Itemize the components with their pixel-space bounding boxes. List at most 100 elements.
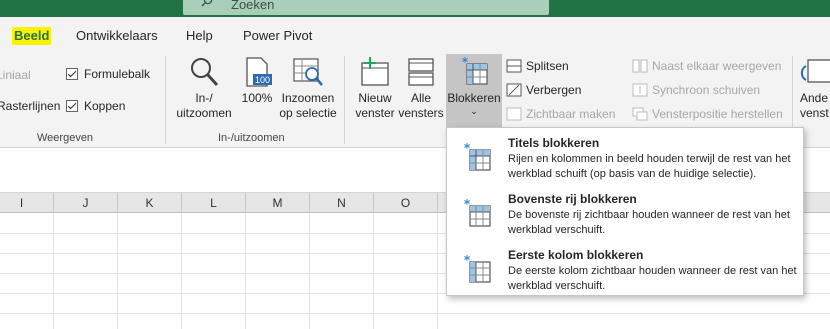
magnifier-icon [191, 58, 219, 87]
side-by-side-label: Naast elkaar weergeven [652, 59, 782, 73]
gridline [437, 213, 438, 329]
column-header-l[interactable]: L [182, 193, 246, 213]
view-side-by-side-button[interactable]: Naast elkaar weergeven [632, 59, 781, 73]
gridline [373, 213, 374, 329]
group-divider [165, 56, 166, 144]
freeze-first-column-icon: * [464, 254, 491, 283]
checkmark-icon [66, 100, 78, 112]
unhide-window-icon [506, 107, 522, 121]
menu-item-title: Bovenste rij blokkeren [508, 192, 637, 206]
column-header-o[interactable]: O [374, 193, 438, 213]
gridline [309, 213, 310, 329]
freeze-panes-label: Blokkeren [447, 91, 501, 105]
formula-bar-checkbox[interactable]: Formulebalk [66, 67, 150, 81]
freeze-panes-icon: * [464, 142, 491, 171]
group-divider [344, 56, 345, 144]
sync-scroll-label: Synchroon schuiven [652, 83, 761, 97]
gridline [245, 213, 246, 329]
arrange-all-button[interactable]: Alle vensters [398, 56, 444, 121]
menu-item-title: Titels blokkeren [508, 136, 600, 150]
gridlines-label: Rasterlijnen [0, 99, 61, 113]
arrange-all-icon [408, 58, 434, 86]
column-header-j[interactable]: J [54, 193, 118, 213]
hide-window-icon [506, 83, 522, 97]
tab-ontwikkelaars[interactable]: Ontwikkelaars [76, 28, 158, 43]
new-window-button[interactable]: Nieuw venster [353, 56, 397, 121]
headings-checkbox[interactable]: Koppen [66, 99, 125, 113]
side-by-side-icon [632, 59, 648, 73]
zoom-button[interactable]: In-/ uitzoomen [176, 56, 232, 121]
search-icon [201, 0, 213, 7]
column-header-m[interactable]: M [246, 193, 310, 213]
search-placeholder: Zoeken [231, 0, 275, 12]
hide-label: Verbergen [526, 83, 582, 97]
switch-windows-icon [800, 59, 830, 83]
sync-scroll-button[interactable]: Synchroon schuiven [632, 83, 760, 97]
split-icon [506, 59, 522, 73]
group-label-zoom: In-/uitzoomen [218, 132, 285, 144]
menu-item-description: Rijen en kolommen in beeld houden terwij… [508, 153, 791, 180]
split-label: Splitsen [526, 59, 569, 73]
unhide-label: Zichtbaar maken [526, 107, 616, 121]
zoom-100-icon-text: 100 [255, 75, 270, 85]
column-header-i[interactable]: I [0, 193, 54, 213]
menu-item-freeze-panes[interactable]: * Titels blokkeren Rijen en kolommen in … [447, 130, 803, 186]
split-button[interactable]: Splitsen [506, 59, 569, 73]
reset-position-label: Vensterpositie herstellen [652, 107, 783, 121]
tab-help[interactable]: Help [186, 28, 213, 43]
headings-label: Koppen [84, 99, 126, 113]
zoom-to-selection-button[interactable]: Inzoomen op selectie [278, 56, 338, 121]
sync-scroll-icon [632, 83, 648, 97]
hide-button[interactable]: Verbergen [506, 83, 581, 97]
zoom-100-label: 100% [241, 91, 273, 105]
search-box[interactable]: Zoeken [183, 0, 549, 15]
new-window-icon [361, 57, 389, 86]
gridline [53, 213, 54, 329]
ruler-checkbox[interactable]: Liniaal [0, 68, 31, 82]
column-header-k[interactable]: K [118, 193, 182, 213]
ribbon-tabs: Beeld Ontwikkelaars Help Power Pivot [0, 17, 830, 50]
svg-text:*: * [464, 254, 471, 267]
svg-text:*: * [462, 56, 469, 69]
menu-item-description: De bovenste rij zichtbaar houden wanneer… [508, 209, 790, 236]
freeze-panes-icon: * [462, 56, 488, 85]
new-window-label-2: venster [355, 106, 395, 120]
new-window-label-1: Nieuw [358, 91, 392, 105]
menu-item-description: De eerste kolom zichtbaar houden wanneer… [508, 265, 797, 292]
arrange-all-label-1: Alle [410, 91, 431, 105]
switch-windows-button[interactable]: Ande venst [800, 56, 830, 121]
zoom-selection-label-2: op selectie [279, 106, 337, 120]
reset-window-position-button[interactable]: Vensterpositie herstellen [632, 107, 783, 121]
tab-beeld[interactable]: Beeld [12, 27, 52, 45]
zoom-label-1: In-/ [195, 91, 213, 105]
menu-item-freeze-first-column[interactable]: * Eerste kolom blokkeren De eerste kolom… [447, 242, 803, 298]
reset-position-icon [632, 107, 648, 121]
checkmark-icon [66, 68, 78, 80]
unhide-button[interactable]: Zichtbaar maken [506, 107, 615, 121]
switch-windows-label-1: Ande [800, 91, 829, 105]
chevron-down-icon: ⌄ [470, 106, 478, 116]
freeze-top-row-icon: * [464, 198, 491, 227]
ruler-label: Liniaal [0, 68, 31, 82]
zoom-selection-icon [293, 58, 323, 86]
freeze-panes-menu: * Titels blokkeren Rijen en kolommen in … [446, 127, 804, 296]
menu-item-freeze-top-row[interactable]: * Bovenste rij blokkeren De bovenste rij… [447, 186, 803, 242]
tab-power-pivot[interactable]: Power Pivot [243, 28, 312, 43]
column-header-n[interactable]: N [310, 193, 374, 213]
switch-windows-label-2: venst [800, 106, 829, 120]
menu-item-title: Eerste kolom blokkeren [508, 248, 644, 262]
title-bar: Zoeken [0, 0, 830, 17]
gridline [181, 213, 182, 329]
group-label-weergeven: Weergeven [37, 132, 94, 144]
svg-text:*: * [464, 198, 471, 211]
zoom-selection-label-1: Inzoomen [281, 91, 335, 105]
svg-text:*: * [464, 142, 471, 155]
gridline [0, 313, 830, 314]
gridline [117, 213, 118, 329]
gridlines-checkbox[interactable]: Rasterlijnen [0, 99, 60, 113]
zoom-100-button[interactable]: 100 100% [239, 56, 275, 106]
formula-bar-label: Formulebalk [84, 67, 151, 81]
freeze-panes-button[interactable]: * Blokkeren ⌄ [446, 54, 502, 128]
zoom-label-2: uitzoomen [176, 106, 232, 120]
zoom-100-icon: 100 [246, 57, 272, 87]
